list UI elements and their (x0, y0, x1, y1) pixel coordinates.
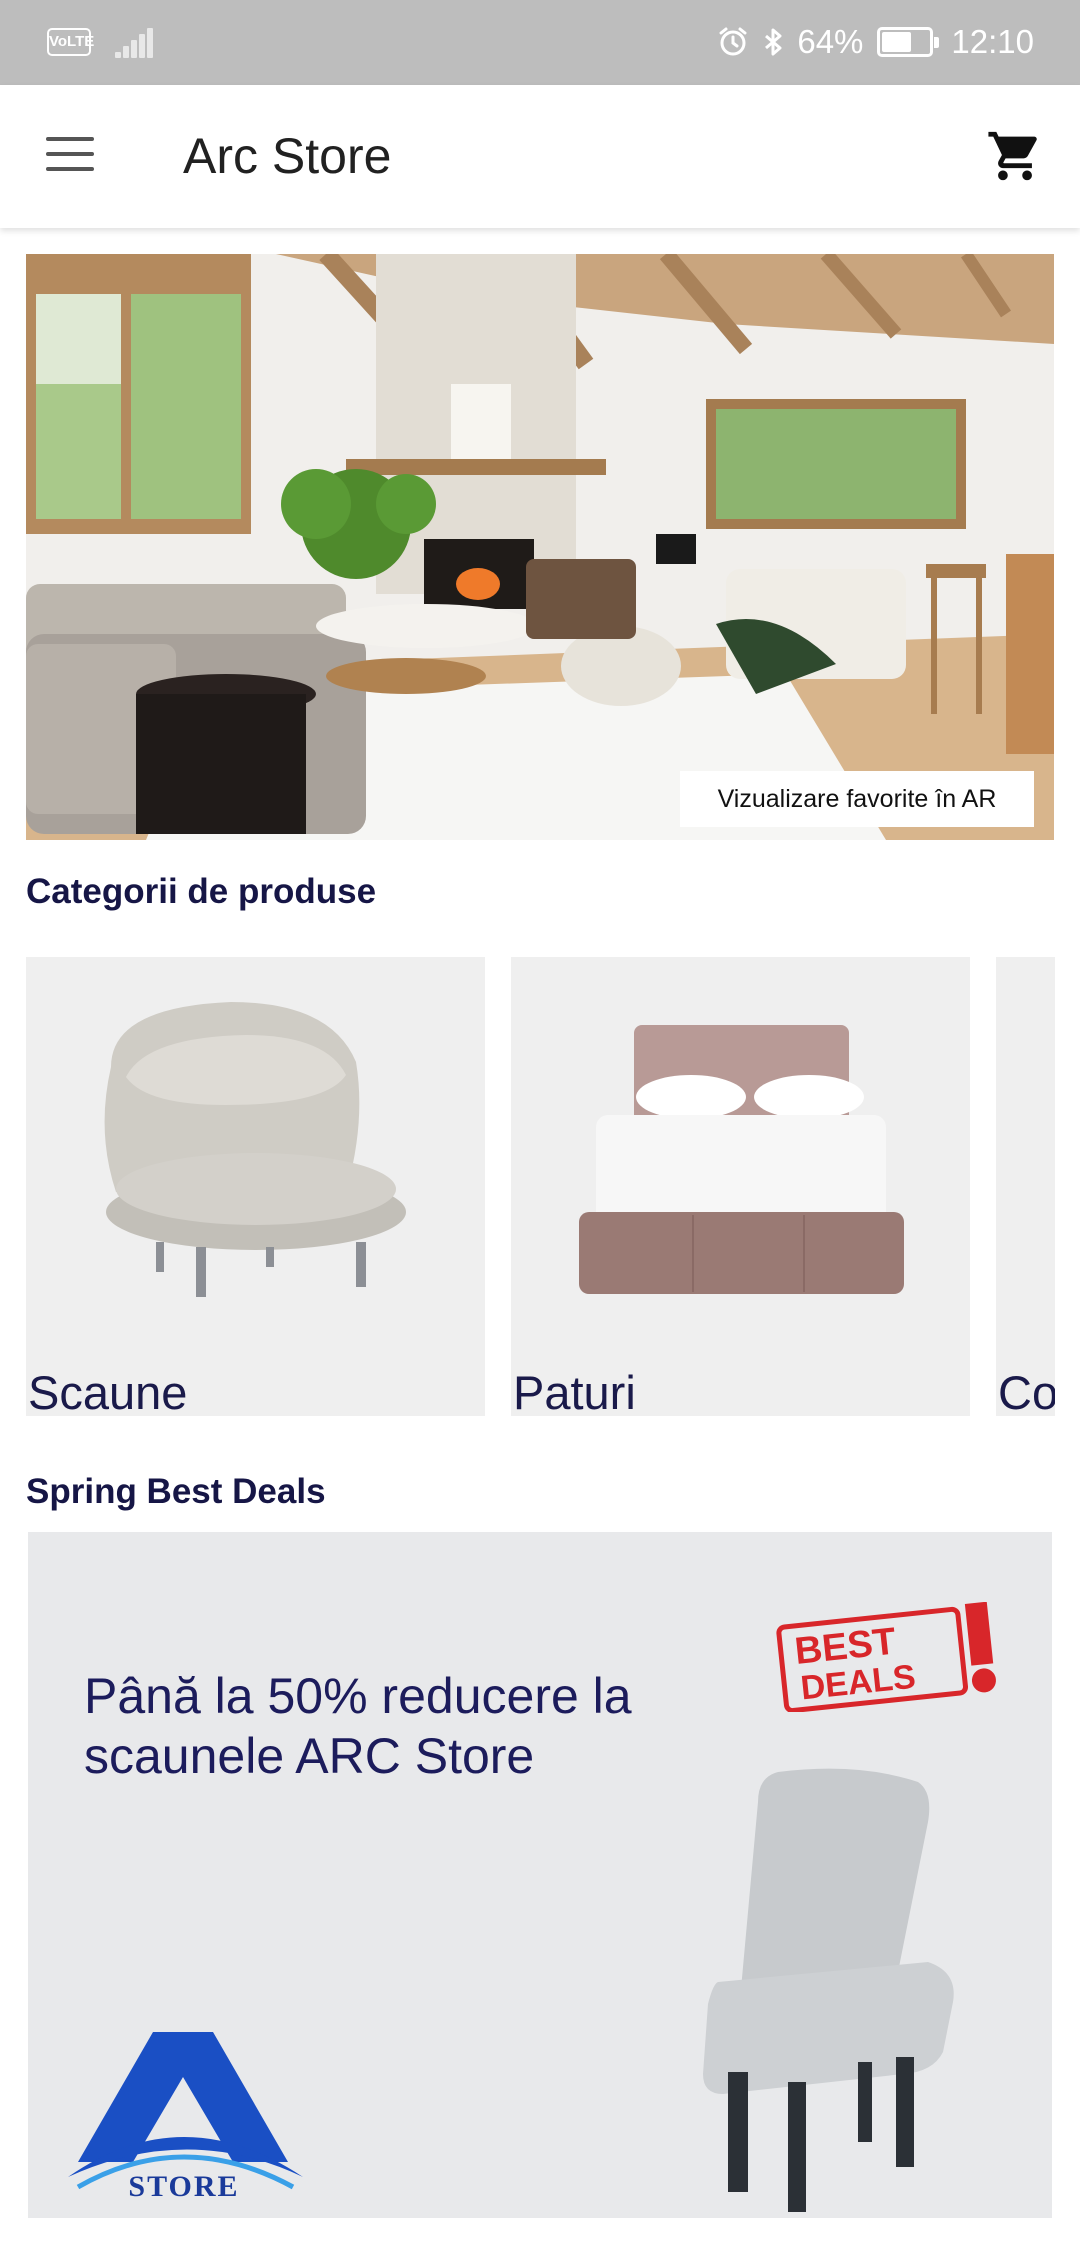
bed-image (579, 1025, 904, 1294)
dining-chair-image (703, 1768, 954, 2212)
best-deals-stamp: BEST DEALS (776, 1602, 996, 1712)
status-bar: VoLTE 64% 12:10 (0, 0, 1080, 85)
cart-icon[interactable] (986, 127, 1044, 185)
deals-banner[interactable]: Până la 50% reducere la scaunele ARC Sto… (28, 1532, 1052, 2218)
categories-title: Categorii de produse (26, 872, 377, 911)
clock: 12:10 (951, 23, 1034, 60)
logo-text: STORE (128, 2170, 240, 2203)
category-label: Scaune (28, 1366, 188, 1416)
status-icons: 64% 12:10 (717, 20, 1034, 64)
hero-banner[interactable]: Vizualizare favorite în AR (26, 254, 1054, 840)
app-title: Arc Store (183, 128, 392, 184)
arc-store-logo: STORE (58, 2012, 308, 2212)
category-card-chairs[interactable]: Scaune (26, 957, 485, 1416)
category-label: Co (998, 1366, 1055, 1416)
ar-favorites-button[interactable]: Vizualizare favorite în AR (680, 771, 1034, 827)
menu-icon[interactable] (46, 137, 94, 173)
battery-percent: 64% (797, 23, 864, 60)
battery-icon (877, 27, 940, 57)
deals-title: Spring Best Deals (26, 1472, 326, 1511)
armchair-image (104, 1002, 406, 1297)
category-card-partial[interactable]: Co (996, 957, 1055, 1416)
bluetooth-icon (765, 28, 782, 56)
category-card-beds[interactable]: Paturi (511, 957, 970, 1416)
signal-icon (115, 26, 153, 58)
volte-icon: VoLTE (47, 28, 94, 56)
category-label: Paturi (513, 1366, 636, 1416)
app-bar: Arc Store (0, 85, 1080, 228)
alarm-icon (719, 27, 747, 56)
living-room-image (26, 254, 1054, 840)
